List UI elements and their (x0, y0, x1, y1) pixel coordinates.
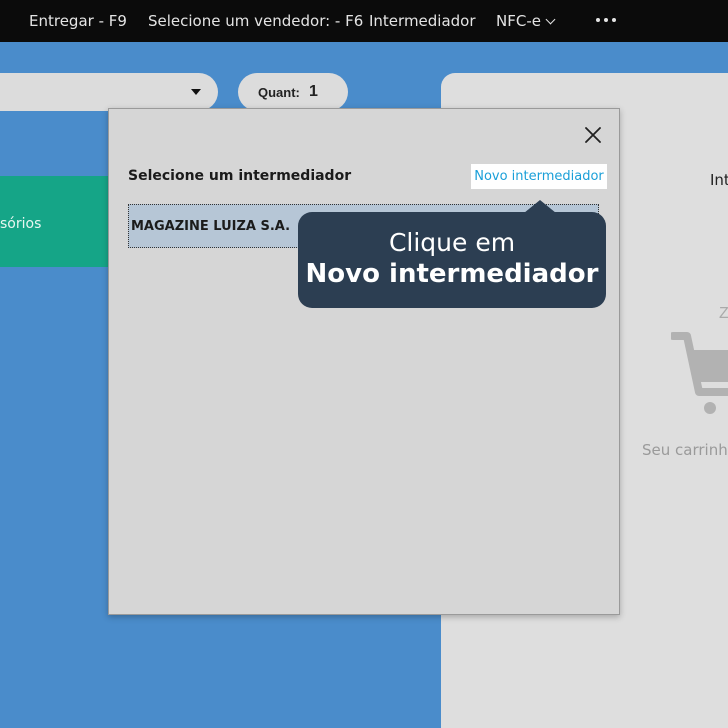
select-seller-button[interactable]: Selecione um vendedor: - F6 (148, 12, 363, 30)
nfce-dropdown[interactable]: NFC-e (496, 12, 556, 30)
tutorial-tooltip: Clique em Novo intermediador (298, 200, 606, 308)
top-bar: Entregar - F9 Selecione um vendedor: - F… (0, 0, 728, 42)
tooltip-line-1: Clique em (388, 228, 516, 257)
sleep-icon-text: Z (719, 305, 728, 322)
category-tile[interactable]: sórios (0, 176, 110, 267)
category-label: sórios (0, 216, 42, 232)
cart-icon (671, 332, 728, 414)
quantity-value: 1 (309, 83, 318, 100)
dropdown-caret-icon (191, 89, 201, 95)
modal-heading: Selecione um intermediador (128, 168, 352, 184)
tooltip-line-2: Novo intermediador (305, 259, 599, 289)
empty-cart-text: Seu carrinho (642, 441, 728, 459)
intermediary-name: MAGAZINE LUIZA S.A. (131, 219, 291, 234)
more-dots-icon[interactable] (596, 18, 616, 22)
nfce-label: NFC-e (496, 12, 541, 30)
quantity-field[interactable]: Quant: 1 (238, 73, 348, 111)
quantity-label: Quant: (258, 85, 300, 100)
cart-panel-title: Int (710, 171, 728, 189)
deliver-button[interactable]: Entregar - F9 (29, 12, 127, 30)
chevron-down-icon (545, 14, 556, 25)
intermediary-modal: Selecione um intermediador Novo intermed… (108, 108, 620, 615)
product-select[interactable] (0, 73, 218, 111)
close-icon[interactable] (583, 125, 603, 145)
new-intermediary-button[interactable]: Novo intermediador (471, 164, 607, 189)
intermediary-button[interactable]: Intermediador (369, 12, 476, 30)
